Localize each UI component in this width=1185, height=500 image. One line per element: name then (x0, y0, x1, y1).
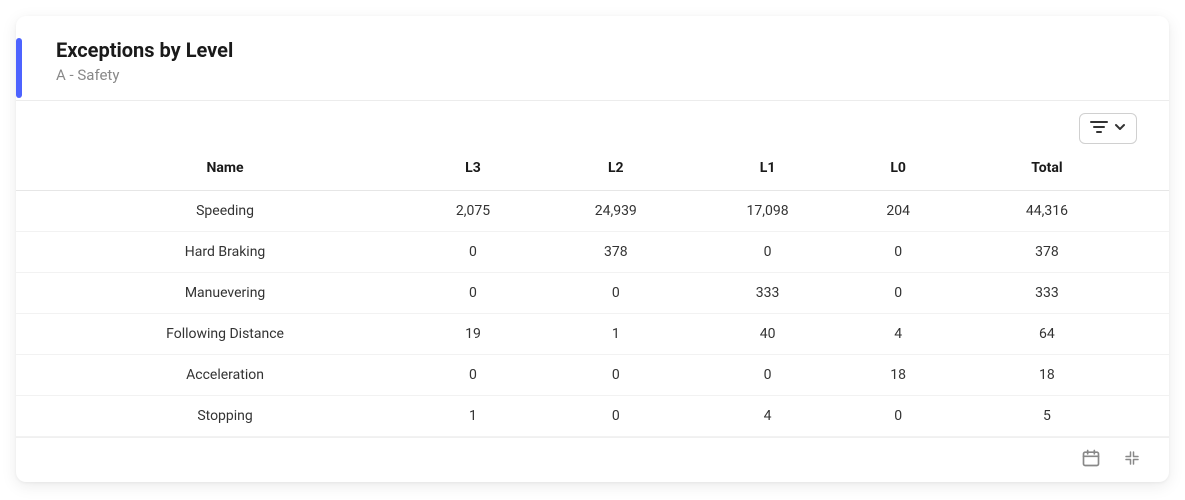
cell-l1: 17,098 (692, 191, 844, 232)
cell-total: 333 (953, 273, 1169, 314)
calendar-button[interactable] (1081, 448, 1101, 468)
table-row: Hard Braking 0 378 0 0 378 (16, 232, 1169, 273)
col-total: Total (953, 150, 1169, 191)
card-header: Exceptions by Level A - Safety (16, 16, 1169, 101)
cell-l1: 40 (692, 314, 844, 355)
table-row: Manuevering 0 0 333 0 333 (16, 273, 1169, 314)
cell-l3: 2,075 (406, 191, 540, 232)
table-header-row: Name L3 L2 L1 L0 Total (16, 150, 1169, 191)
cell-l1: 0 (692, 232, 844, 273)
table-row: Following Distance 19 1 40 4 64 (16, 314, 1169, 355)
cell-l2: 0 (540, 396, 692, 437)
cell-l3: 0 (406, 355, 540, 396)
col-l0: L0 (844, 150, 953, 191)
cell-total: 5 (953, 396, 1169, 437)
cell-name: Acceleration (16, 355, 406, 396)
cell-l0: 0 (844, 273, 953, 314)
cell-total: 378 (953, 232, 1169, 273)
controls-row (16, 101, 1169, 150)
cell-l3: 0 (406, 232, 540, 273)
minimize-icon (1123, 449, 1141, 467)
cell-l1: 0 (692, 355, 844, 396)
cell-l2: 1 (540, 314, 692, 355)
cell-l1: 4 (692, 396, 844, 437)
cell-l0: 18 (844, 355, 953, 396)
cell-l0: 0 (844, 396, 953, 437)
cell-l3: 19 (406, 314, 540, 355)
cell-l3: 0 (406, 273, 540, 314)
chevron-down-icon (1114, 121, 1126, 136)
cell-name: Speeding (16, 191, 406, 232)
card-footer (16, 437, 1169, 482)
cell-l2: 24,939 (540, 191, 692, 232)
cell-name: Stopping (16, 396, 406, 437)
cell-name: Following Distance (16, 314, 406, 355)
col-l3: L3 (406, 150, 540, 191)
accent-bar (16, 38, 22, 98)
table-row: Acceleration 0 0 0 18 18 (16, 355, 1169, 396)
minimize-button[interactable] (1123, 449, 1141, 467)
exceptions-table: Name L3 L2 L1 L0 Total Speeding 2,075 24… (16, 150, 1169, 437)
cell-l1: 333 (692, 273, 844, 314)
card-title: Exceptions by Level (56, 38, 1137, 62)
cell-total: 44,316 (953, 191, 1169, 232)
filter-icon (1090, 120, 1108, 137)
cell-l2: 0 (540, 273, 692, 314)
cell-l0: 0 (844, 232, 953, 273)
cell-l0: 4 (844, 314, 953, 355)
col-l2: L2 (540, 150, 692, 191)
cell-l3: 1 (406, 396, 540, 437)
table-row: Speeding 2,075 24,939 17,098 204 44,316 (16, 191, 1169, 232)
cell-name: Hard Braking (16, 232, 406, 273)
cell-l2: 0 (540, 355, 692, 396)
card-subtitle: A - Safety (56, 66, 1137, 84)
cell-l2: 378 (540, 232, 692, 273)
calendar-icon (1081, 448, 1101, 468)
filter-button[interactable] (1079, 113, 1137, 144)
cell-total: 18 (953, 355, 1169, 396)
cell-l0: 204 (844, 191, 953, 232)
table-row: Stopping 1 0 4 0 5 (16, 396, 1169, 437)
cell-total: 64 (953, 314, 1169, 355)
col-name: Name (16, 150, 406, 191)
card: Exceptions by Level A - Safety Name (16, 16, 1169, 482)
col-l1: L1 (692, 150, 844, 191)
cell-name: Manuevering (16, 273, 406, 314)
